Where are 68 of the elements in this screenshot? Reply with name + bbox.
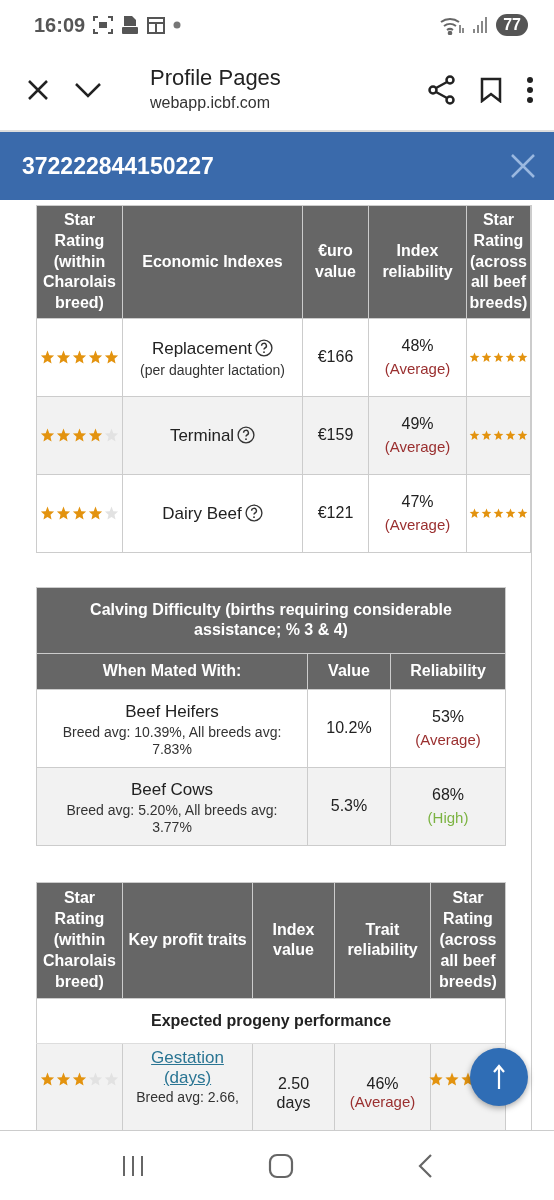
reliability-label: (Average) bbox=[383, 515, 452, 536]
reliability-value: 49% bbox=[400, 414, 435, 435]
screenshot-icon bbox=[93, 16, 114, 34]
mate-name: Beef Cows bbox=[129, 778, 215, 801]
column-header: Star Rating (across all beef breeds) bbox=[466, 205, 531, 319]
document-icon bbox=[121, 15, 140, 35]
mate-name: Beef Heifers bbox=[124, 700, 220, 723]
column-header: When Mated With: bbox=[36, 653, 308, 690]
page-title: Profile Pages bbox=[150, 64, 282, 92]
back-icon[interactable] bbox=[416, 1152, 433, 1179]
column-header: Reliability bbox=[390, 653, 506, 690]
column-header: Trait reliability bbox=[334, 882, 431, 999]
table-cell: €166 bbox=[302, 318, 369, 397]
reliability-value: 48% bbox=[400, 336, 435, 357]
recent-apps-icon[interactable] bbox=[121, 1153, 146, 1178]
dot-icon bbox=[173, 21, 182, 29]
breed-average-note: Breed avg: 5.20%, All breeds avg: 3.77% bbox=[65, 802, 279, 837]
table-cell: €121 bbox=[302, 474, 369, 553]
reliability-label: (Average) bbox=[348, 1093, 417, 1112]
column-header: Star Rating (within Charolais breed) bbox=[36, 205, 123, 319]
table-cell: €159 bbox=[302, 396, 369, 475]
help-icon[interactable] bbox=[244, 503, 263, 522]
column-header: Index reliability bbox=[368, 205, 467, 319]
reliability-label: (Average) bbox=[383, 359, 452, 380]
battery-level: 77 bbox=[496, 14, 528, 36]
chevron-down-icon[interactable] bbox=[74, 81, 102, 99]
index-name: Terminal bbox=[169, 425, 235, 445]
status-time: 16:09 bbox=[34, 13, 86, 38]
signal-icon bbox=[472, 16, 489, 34]
column-header: Index value bbox=[252, 882, 335, 999]
column-header: Economic Indexes bbox=[122, 205, 303, 319]
arrow-up-icon bbox=[492, 1064, 506, 1090]
table-title: Calving Difficulty (births requiring considerable assistance; % 3 & 4) bbox=[36, 587, 506, 654]
index-name: Replacement bbox=[151, 339, 253, 359]
calendar-icon bbox=[147, 16, 166, 34]
more-icon[interactable] bbox=[526, 77, 534, 103]
trait-link[interactable]: Gestation (days) bbox=[126, 1048, 249, 1089]
index-note: (per daughter lactation) bbox=[139, 361, 286, 379]
breed-average-note: Breed avg: 2.66, bbox=[135, 1088, 240, 1106]
page-url: webapp.icbf.com bbox=[150, 93, 272, 114]
breed-average-note: Breed avg: 10.39%, All breeds avg: 7.83% bbox=[61, 724, 283, 759]
reliability-value: 53% bbox=[431, 707, 465, 728]
wifi-icon bbox=[440, 15, 465, 35]
help-icon[interactable] bbox=[237, 425, 256, 444]
column-header: Star Rating (across all beef breeds) bbox=[430, 882, 506, 999]
table-cell: 10.2% bbox=[307, 689, 391, 768]
reliability-label: (High) bbox=[426, 808, 470, 829]
reliability-value: 47% bbox=[400, 492, 435, 513]
column-header: €uro value bbox=[302, 205, 369, 319]
home-icon[interactable] bbox=[268, 1152, 294, 1179]
share-icon[interactable] bbox=[428, 75, 456, 105]
index-name: Dairy Beef bbox=[162, 503, 242, 523]
section-heading: Expected progeny performance bbox=[36, 998, 506, 1044]
scroll-top-button[interactable] bbox=[470, 1048, 528, 1106]
reliability-value: 46% bbox=[365, 1074, 400, 1094]
column-header: Key profit traits bbox=[122, 882, 253, 999]
dialog-title: 372222844150227 bbox=[22, 151, 214, 181]
reliability-label: (Average) bbox=[383, 437, 452, 458]
help-icon[interactable] bbox=[255, 339, 274, 358]
table-cell: 5.3% bbox=[307, 767, 391, 846]
index-value: 2.50 bbox=[276, 1074, 311, 1094]
reliability-value: 68% bbox=[431, 785, 465, 806]
column-header: Value bbox=[307, 653, 391, 690]
close-icon[interactable] bbox=[26, 78, 50, 102]
reliability-label: (Average) bbox=[414, 730, 482, 751]
index-unit: days bbox=[275, 1093, 312, 1113]
bookmark-icon[interactable] bbox=[480, 77, 502, 103]
column-header: Star Rating (within Charolais breed) bbox=[36, 882, 123, 999]
